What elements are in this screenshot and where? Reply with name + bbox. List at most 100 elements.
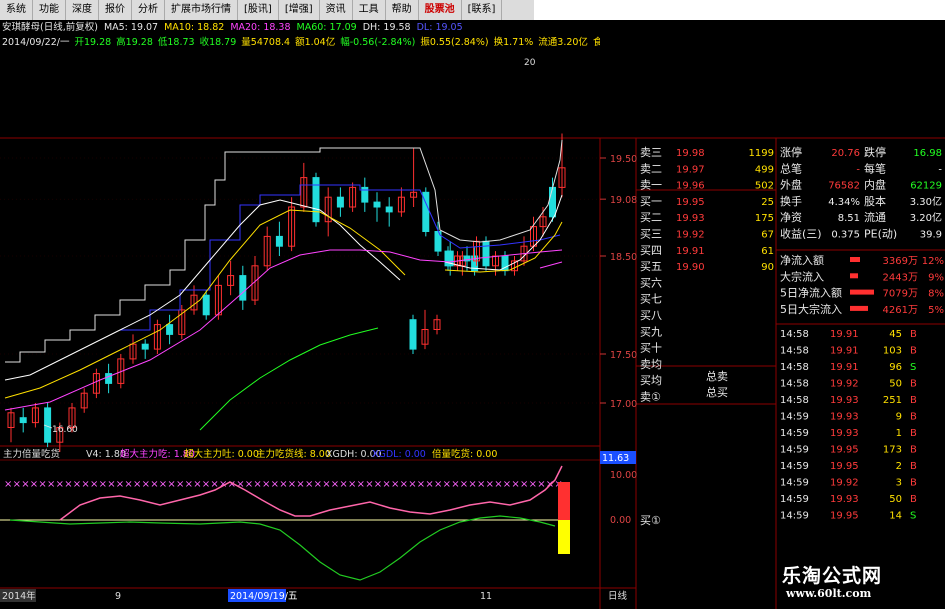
orderbook-label: 卖一 (640, 179, 662, 192)
flow-bar (850, 305, 868, 311)
indicator-axis-low: 0.00 (610, 515, 631, 526)
candle-body (373, 201, 381, 208)
x-marker: × (331, 479, 339, 490)
candle-body (549, 186, 556, 218)
ma20-tail (539, 261, 563, 269)
x-marker: × (99, 479, 107, 490)
tick-volume: 50 (889, 494, 902, 505)
x-marker: × (511, 479, 519, 490)
orderbook-price: 19.98 (676, 148, 705, 159)
flow-bar (850, 257, 860, 262)
stat-key: PE(动) (864, 228, 897, 241)
flow-value: 4261万 (883, 305, 918, 316)
orderbook-label: 卖二 (640, 162, 662, 175)
orderbook-volume: 67 (761, 230, 774, 241)
stat-value: - (856, 164, 860, 175)
tick-time: 14:59 (780, 478, 809, 489)
price-axis-label: 18.50 (610, 252, 637, 263)
x-marker: × (202, 479, 210, 490)
flow-bar (850, 289, 874, 295)
x-marker: × (150, 479, 158, 490)
tick-side: B (910, 395, 917, 406)
tick-volume: 45 (889, 329, 902, 340)
x-marker: × (167, 479, 175, 490)
orderbook-label: 卖均 (640, 358, 662, 371)
candle-body (105, 373, 113, 384)
orderbook-label: 卖① (640, 391, 661, 404)
x-marker: × (116, 479, 124, 490)
x-marker: × (288, 479, 296, 490)
stat-key: 跌停 (864, 145, 886, 159)
indicator-legend-3: 超大主力吐: 0.00 (184, 448, 259, 460)
x-marker: × (56, 479, 64, 490)
candle-body (141, 343, 149, 350)
stat-value: 8.51 (838, 213, 860, 224)
stat-key: 每笔 (864, 161, 886, 175)
tick-price: 19.93 (830, 428, 859, 439)
orderbook-label: 卖三 (640, 146, 662, 159)
tick-side: B (910, 329, 917, 340)
stat-key: 净资 (780, 210, 802, 224)
price-axis-label: 17.00 (610, 399, 637, 410)
flow-pct: 12% (922, 256, 944, 267)
x-marker: × (408, 479, 416, 490)
x-marker: × (425, 479, 433, 490)
orderbook-volume: 1199 (749, 148, 774, 159)
indicator-pink-line (59, 465, 563, 521)
orderbook-volume: 502 (755, 181, 774, 192)
tick-side: S (910, 362, 916, 373)
watermark-cn: 乐淘公式网 (782, 565, 883, 587)
x-marker: × (142, 479, 150, 490)
x-marker: × (133, 479, 141, 490)
indicator-yellow-bar (558, 520, 570, 554)
stat-key: 流通 (864, 210, 886, 224)
tick-time: 14:58 (780, 346, 809, 357)
x-marker: × (374, 479, 382, 490)
candle-body (166, 324, 174, 335)
bottom-n11: 11 (480, 591, 492, 602)
orderbook-label: 买九 (640, 325, 662, 338)
orderbook-volume: 25 (761, 197, 774, 208)
stat-key: 总笔 (780, 161, 802, 175)
tick-price: 19.93 (830, 395, 859, 406)
orderbook-volume: 175 (755, 213, 774, 224)
orderbook-volume: 499 (755, 164, 774, 175)
x-marker: × (185, 479, 193, 490)
stat-value: 16.98 (913, 148, 942, 159)
tick-price: 19.91 (830, 362, 859, 373)
tick-side: B (910, 494, 917, 505)
kline-chart[interactable]: 19.5019.0818.5017.5017.0016.60主力倍量吃货 V4: … (0, 0, 945, 609)
tick-side: S (910, 511, 916, 522)
tick-volume: 103 (883, 346, 902, 357)
tick-time: 14:59 (780, 412, 809, 423)
watermark-url: www.60lt.com (786, 587, 872, 600)
tick-side: B (910, 461, 917, 472)
candle-body (19, 417, 27, 424)
x-marker: × (81, 479, 89, 490)
x-marker: × (468, 479, 476, 490)
candle-body (312, 177, 320, 223)
x-marker: × (13, 479, 21, 490)
tick-price: 19.95 (830, 445, 859, 456)
x-marker: × (107, 479, 115, 490)
x-marker: × (253, 479, 261, 490)
tick-time: 14:58 (780, 395, 809, 406)
stat-value: 0.375 (831, 230, 860, 241)
x-marker: × (176, 479, 184, 490)
x-marker: × (529, 479, 537, 490)
stat-key: 换手 (780, 194, 802, 208)
candle-body (239, 275, 247, 301)
tick-volume: 173 (883, 445, 902, 456)
orderbook-label: 买七 (640, 293, 662, 306)
x-marker: × (245, 479, 253, 490)
x-marker: × (417, 479, 425, 490)
bottom-year: 2014年 (2, 590, 36, 602)
candle-body (482, 240, 490, 267)
price-axis-label: 19.50 (610, 154, 637, 165)
tick-time: 14:58 (780, 379, 809, 390)
tick-time: 14:58 (780, 362, 809, 373)
x-marker: × (271, 479, 279, 490)
orderbook-price: 19.95 (676, 197, 705, 208)
indicator-axis-top: 11.63 (602, 453, 629, 464)
tick-time: 14:58 (780, 329, 809, 340)
